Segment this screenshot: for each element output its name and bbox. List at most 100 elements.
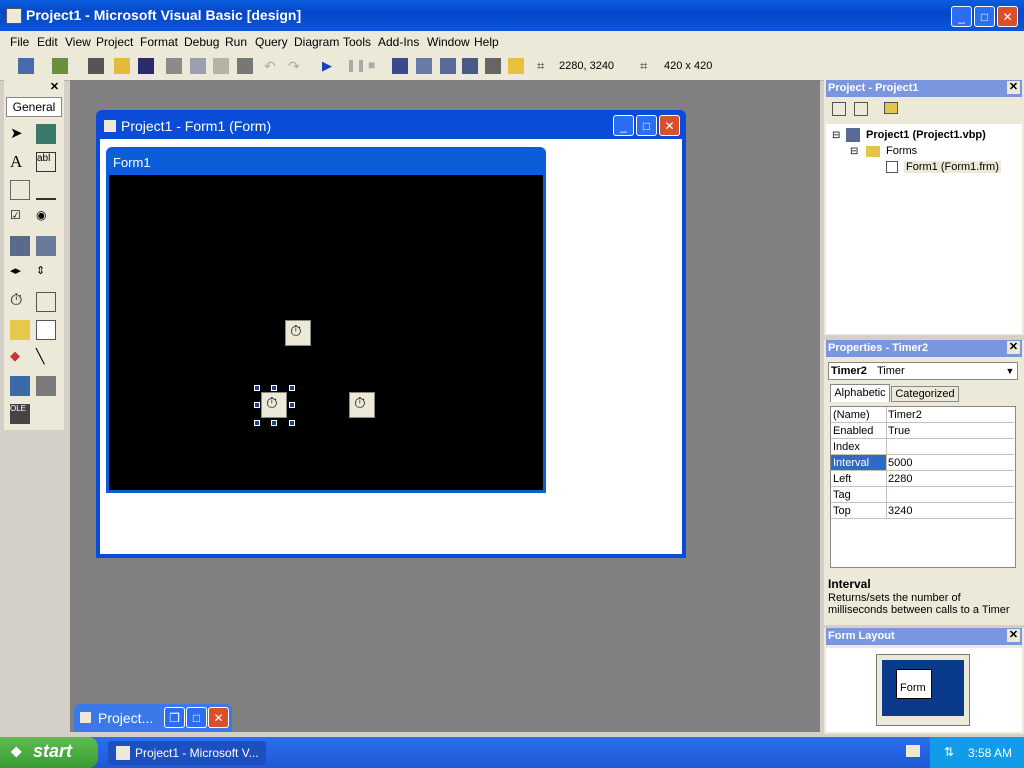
resize-handle[interactable] bbox=[271, 385, 277, 391]
resize-handle[interactable] bbox=[254, 402, 260, 408]
minimize-button[interactable]: _ bbox=[951, 6, 972, 27]
minwin-close-button[interactable]: ✕ bbox=[208, 707, 229, 728]
resize-handle[interactable] bbox=[254, 385, 260, 391]
menu-project[interactable]: Project bbox=[96, 35, 133, 49]
maximize-button[interactable]: □ bbox=[974, 6, 995, 27]
object-selector[interactable]: Timer2 Timer ▼ bbox=[828, 362, 1018, 380]
object-browser-icon[interactable] bbox=[462, 58, 478, 74]
menu-format[interactable]: Format bbox=[140, 35, 178, 49]
cut-icon[interactable] bbox=[166, 58, 182, 74]
resize-handle[interactable] bbox=[254, 420, 260, 426]
properties-close-icon[interactable]: ✕ bbox=[1007, 341, 1020, 354]
ole-tool-icon[interactable]: OLE bbox=[10, 404, 30, 424]
property-row[interactable]: (Name) Timer2 bbox=[831, 407, 1014, 423]
clock[interactable]: 3:58 AM bbox=[968, 746, 1012, 760]
start-button[interactable]: ❖ start bbox=[0, 737, 98, 768]
title-bar[interactable]: Project1 - Microsoft Visual Basic [desig… bbox=[0, 0, 1024, 31]
toolbox-tab-general[interactable]: General bbox=[6, 97, 62, 117]
dirlistbox-tool-icon[interactable] bbox=[10, 320, 30, 340]
start-icon[interactable]: ▶ bbox=[322, 58, 338, 74]
menu-run[interactable]: Run bbox=[225, 35, 247, 49]
form-layout-titlebar[interactable]: Form Layout ✕ bbox=[826, 628, 1022, 645]
project-explorer-titlebar[interactable]: Project - Project1 ✕ bbox=[826, 80, 1022, 97]
data-tool-icon[interactable] bbox=[36, 376, 56, 396]
line-tool-icon[interactable]: ╲ bbox=[36, 348, 56, 368]
pointer-tool-icon[interactable]: ➤ bbox=[10, 124, 30, 144]
keyboard-icon[interactable] bbox=[906, 745, 920, 757]
menu-file[interactable]: File bbox=[10, 35, 29, 49]
property-row[interactable]: Index bbox=[831, 439, 1014, 455]
resize-handle[interactable] bbox=[271, 420, 277, 426]
tab-categorized[interactable]: Categorized bbox=[891, 386, 959, 402]
app-icon[interactable] bbox=[6, 8, 22, 24]
form1-design-surface[interactable]: Form1 bbox=[106, 147, 546, 493]
menu-diagram[interactable]: Diagram bbox=[294, 35, 339, 49]
timer1-control[interactable]: ⏱ bbox=[285, 320, 311, 346]
resize-handle[interactable] bbox=[289, 402, 295, 408]
collapse-icon[interactable]: ⊟ bbox=[850, 146, 858, 157]
hscrollbar-tool-icon[interactable]: ◂▸ bbox=[10, 264, 30, 284]
minimized-window[interactable]: Project... ❐ □ ✕ bbox=[74, 704, 232, 732]
resize-handle[interactable] bbox=[289, 420, 295, 426]
menu-edit[interactable]: Edit bbox=[37, 35, 58, 49]
view-object-icon[interactable] bbox=[854, 102, 868, 116]
vscrollbar-tool-icon[interactable]: ⇕ bbox=[36, 264, 56, 284]
network-icon[interactable]: ⇅ bbox=[944, 745, 954, 759]
timer3-control[interactable]: ⏱ bbox=[349, 392, 375, 418]
combobox-tool-icon[interactable] bbox=[10, 236, 30, 256]
property-value[interactable]: 5000 bbox=[888, 457, 912, 469]
taskbar-task-button[interactable]: Project1 - Microsoft V... bbox=[108, 741, 266, 765]
drivelistbox-tool-icon[interactable] bbox=[36, 292, 56, 312]
form1-client-area[interactable] bbox=[109, 175, 543, 490]
close-button[interactable]: ✕ bbox=[997, 6, 1018, 27]
property-row[interactable]: Tag bbox=[831, 487, 1014, 503]
designer-minimize-button[interactable]: _ bbox=[613, 115, 634, 136]
menu-editor-icon[interactable] bbox=[88, 58, 104, 74]
timer-tool-icon[interactable]: ⏱ bbox=[10, 292, 30, 312]
tab-alphabetic[interactable]: Alphabetic bbox=[830, 384, 890, 402]
property-row[interactable]: Top 3240 bbox=[831, 503, 1014, 519]
menu-tools[interactable]: Tools bbox=[343, 35, 371, 49]
shape-tool-icon[interactable]: ◆ bbox=[10, 348, 30, 368]
toggle-folders-icon[interactable] bbox=[884, 102, 898, 114]
minwin-maximize-button[interactable]: □ bbox=[186, 707, 207, 728]
listbox-tool-icon[interactable] bbox=[36, 236, 56, 256]
data-view-icon[interactable] bbox=[508, 58, 524, 74]
menu-debug[interactable]: Debug bbox=[184, 35, 219, 49]
collapse-icon[interactable]: ⊟ bbox=[832, 130, 840, 141]
property-row-selected[interactable]: Interval 5000 bbox=[831, 455, 1014, 471]
save-icon[interactable] bbox=[138, 58, 154, 74]
checkbox-tool-icon[interactable]: ☑ bbox=[10, 208, 30, 228]
menu-help[interactable]: Help bbox=[474, 35, 499, 49]
menu-addins[interactable]: Add-Ins bbox=[378, 35, 419, 49]
add-project-icon[interactable] bbox=[18, 58, 34, 74]
filelistbox-tool-icon[interactable] bbox=[36, 320, 56, 340]
view-code-icon[interactable] bbox=[832, 102, 846, 116]
form1-file-item[interactable]: Form1 (Form1.frm) bbox=[904, 161, 1001, 173]
form-preview[interactable]: Form bbox=[896, 669, 932, 699]
menu-view[interactable]: View bbox=[65, 35, 91, 49]
open-icon[interactable] bbox=[114, 58, 130, 74]
find-icon[interactable] bbox=[237, 58, 253, 74]
designer-maximize-button[interactable]: □ bbox=[636, 115, 657, 136]
property-row[interactable]: Enabled True bbox=[831, 423, 1014, 439]
menu-window[interactable]: Window bbox=[427, 35, 470, 49]
redo-icon[interactable]: ↷ bbox=[288, 58, 304, 74]
form-layout-icon[interactable] bbox=[440, 58, 456, 74]
minwin-restore-button[interactable]: ❐ bbox=[164, 707, 185, 728]
property-row[interactable]: Left 2280 bbox=[831, 471, 1014, 487]
designer-close-button[interactable]: ✕ bbox=[659, 115, 680, 136]
timer2-control[interactable]: ⏱ bbox=[261, 392, 287, 418]
toolbox-icon[interactable] bbox=[485, 58, 501, 74]
commandbutton-tool-icon[interactable] bbox=[36, 180, 56, 200]
label-tool-icon[interactable]: A bbox=[10, 152, 30, 172]
copy-icon[interactable] bbox=[190, 58, 206, 74]
picturebox-tool-icon[interactable] bbox=[36, 124, 56, 144]
project-root[interactable]: Project1 (Project1.vbp) bbox=[866, 129, 986, 141]
resize-handle[interactable] bbox=[289, 385, 295, 391]
add-form-icon[interactable] bbox=[52, 58, 68, 74]
paste-icon[interactable] bbox=[213, 58, 229, 74]
properties-titlebar[interactable]: Properties - Timer2 ✕ bbox=[826, 340, 1022, 357]
optionbutton-tool-icon[interactable]: ◉ bbox=[36, 208, 56, 228]
frame-tool-icon[interactable] bbox=[10, 180, 30, 200]
